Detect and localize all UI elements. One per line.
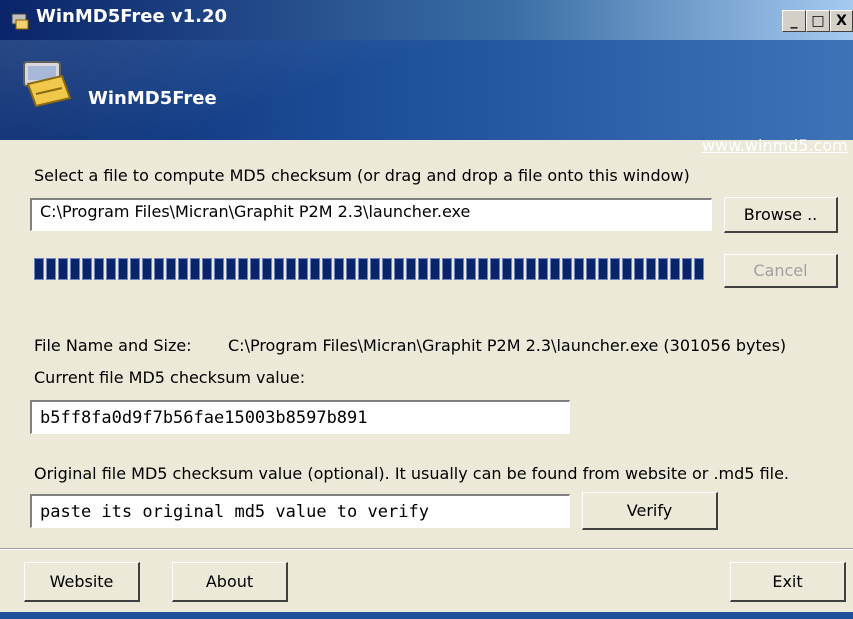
- progress-segment: [166, 258, 176, 280]
- progress-segment: [94, 258, 104, 280]
- close-button[interactable]: X: [830, 10, 853, 32]
- progress-segment: [478, 258, 488, 280]
- progress-segment: [634, 258, 644, 280]
- progress-segment: [214, 258, 224, 280]
- progress-segment: [430, 258, 440, 280]
- window-bottom-edge: [0, 612, 853, 619]
- progress-segment: [178, 258, 188, 280]
- progress-segment: [394, 258, 404, 280]
- progress-segment: [622, 258, 632, 280]
- progress-segment: [514, 258, 524, 280]
- progress-segment: [118, 258, 128, 280]
- progress-segment: [646, 258, 656, 280]
- progress-segment: [250, 258, 260, 280]
- app-logo-icon: [23, 61, 72, 108]
- progress-segment: [466, 258, 476, 280]
- progress-segment: [658, 258, 668, 280]
- original-md5-label: Original file MD5 checksum value (option…: [34, 464, 790, 483]
- exit-button[interactable]: Exit: [730, 562, 846, 602]
- progress-segment: [346, 258, 356, 280]
- progress-segment: [550, 258, 560, 280]
- progress-segment: [610, 258, 620, 280]
- progress-segment: [562, 258, 572, 280]
- progress-segment: [106, 258, 116, 280]
- progress-segment: [442, 258, 452, 280]
- progress-segment: [334, 258, 344, 280]
- progress-segment: [526, 258, 536, 280]
- original-md5-field[interactable]: paste its original md5 value to verify: [30, 494, 570, 528]
- progress-segment: [154, 258, 164, 280]
- app-window: WinMD5Free v1.20 _ □ X WinMD5Free www.wi…: [0, 0, 853, 619]
- window-title: WinMD5Free v1.20: [36, 6, 228, 27]
- progress-segment: [190, 258, 200, 280]
- current-md5-label: Current file MD5 checksum value:: [34, 368, 306, 387]
- current-md5-field[interactable]: b5ff8fa0d9f7b56fae15003b8597b891: [30, 400, 570, 434]
- progress-segment: [538, 258, 548, 280]
- website-button[interactable]: Website: [24, 562, 140, 602]
- file-path-field[interactable]: C:\Program Files\Micran\Graphit P2M 2.3\…: [30, 198, 712, 231]
- progress-segment: [70, 258, 80, 280]
- file-name-size-value: C:\Program Files\Micran\Graphit P2M 2.3\…: [228, 336, 787, 355]
- progress-segment: [82, 258, 92, 280]
- progress-segment: [418, 258, 428, 280]
- progress-segment: [370, 258, 380, 280]
- progress-segment: [130, 258, 140, 280]
- progress-segment: [382, 258, 392, 280]
- cancel-button[interactable]: Cancel: [724, 254, 838, 288]
- file-name-size-label: File Name and Size:: [34, 336, 192, 355]
- about-button[interactable]: About: [172, 562, 288, 602]
- website-link[interactable]: www.winmd5.com: [702, 136, 848, 155]
- progress-segment: [406, 258, 416, 280]
- progress-segment: [46, 258, 56, 280]
- progress-segment: [298, 258, 308, 280]
- browse-button[interactable]: Browse ..: [724, 197, 838, 233]
- select-file-label: Select a file to compute MD5 checksum (o…: [34, 166, 690, 185]
- footer-separator: [0, 548, 853, 550]
- progress-segment: [502, 258, 512, 280]
- progress-segment: [262, 258, 272, 280]
- progress-segment: [670, 258, 680, 280]
- minimize-button[interactable]: _: [782, 10, 806, 32]
- progress-segment: [142, 258, 152, 280]
- progress-segment: [682, 258, 692, 280]
- banner-app-name: WinMD5Free: [88, 88, 217, 109]
- progress-segment: [322, 258, 332, 280]
- progress-segment: [202, 258, 212, 280]
- progress-segment: [286, 258, 296, 280]
- maximize-button[interactable]: □: [806, 10, 830, 32]
- header-banner: WinMD5Free www.winmd5.com: [0, 40, 853, 155]
- progress-segment: [238, 258, 248, 280]
- progress-segment: [598, 258, 608, 280]
- progress-segment: [226, 258, 236, 280]
- progress-segment: [34, 258, 44, 280]
- progress-segment: [490, 258, 500, 280]
- progress-segment: [586, 258, 596, 280]
- progress-segment: [574, 258, 584, 280]
- progress-segment: [274, 258, 284, 280]
- progress-segment: [358, 258, 368, 280]
- progress-segment: [58, 258, 68, 280]
- progress-segment: [454, 258, 464, 280]
- title-bar[interactable]: WinMD5Free v1.20 _ □ X: [0, 0, 853, 40]
- verify-button[interactable]: Verify: [582, 492, 718, 530]
- progress-segment: [694, 258, 704, 280]
- progress-segment: [310, 258, 320, 280]
- app-icon: [11, 13, 29, 30]
- progress-bar: [34, 258, 710, 280]
